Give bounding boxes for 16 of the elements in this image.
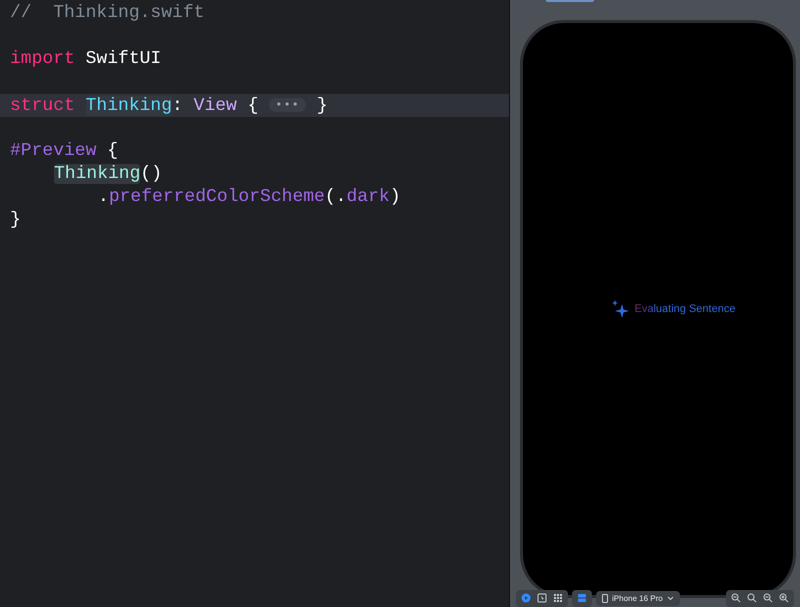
code-line: import SwiftUI [9,48,162,71]
live-preview-button[interactable] [520,592,532,604]
status-text: Evaluating Sentence [634,303,736,315]
code-line: #Preview { [9,140,120,163]
device-settings-icon[interactable] [576,592,588,604]
variants-button[interactable] [552,592,564,604]
code-line: // Thinking.swift [9,2,206,25]
chevron-down-icon [666,596,674,600]
phone-icon [602,594,608,602]
device-picker[interactable]: iPhone 16 Pro [596,590,680,606]
zoom-out-icon[interactable] [730,592,742,604]
selectable-preview-button[interactable] [536,592,548,604]
code-line: .preferredColorScheme(.dark) [97,186,402,209]
code-line: } [9,209,22,232]
zoom-in-icon[interactable] [778,592,790,604]
sparkle-icon [610,299,629,319]
